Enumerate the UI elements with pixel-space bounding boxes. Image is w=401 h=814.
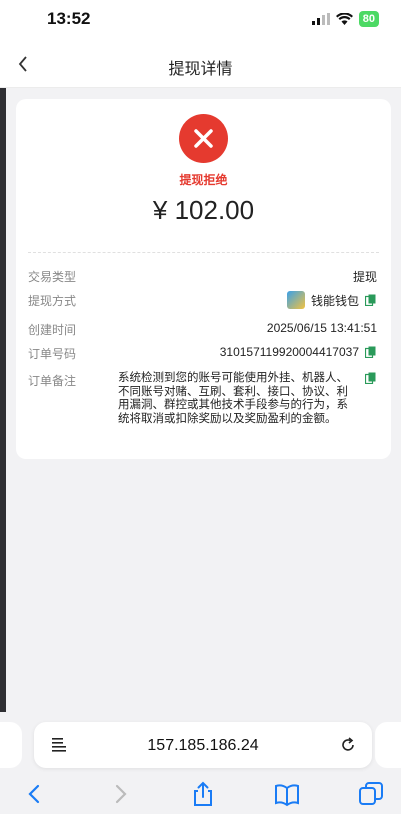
dashed-divider bbox=[28, 252, 379, 253]
detail-row-method: 提现方式 钱能钱包 bbox=[28, 291, 377, 312]
background-window-edge bbox=[0, 0, 6, 814]
wallet-logo-icon bbox=[286, 291, 305, 309]
copy-icon[interactable] bbox=[365, 372, 377, 384]
reload-icon[interactable] bbox=[338, 735, 358, 755]
remark-label: 订单备注 bbox=[28, 374, 77, 388]
remark-text: 系统检测到您的账号可能使用外挂、机器人、不同账号对赌、互刷、套利、接口、协议、利… bbox=[118, 372, 348, 425]
withdraw-amount: ¥ 102.00 bbox=[152, 195, 255, 225]
status-bar: 13:52 80 bbox=[0, 0, 401, 42]
withdraw-status-text: 提现拒绝 bbox=[179, 173, 228, 187]
method-value: 钱能钱包 bbox=[286, 291, 377, 309]
browser-back-icon[interactable] bbox=[21, 780, 49, 808]
browser-forward-icon[interactable] bbox=[106, 780, 134, 808]
bookmarks-icon[interactable] bbox=[273, 780, 301, 808]
url-text: 157.185.186.24 bbox=[147, 737, 259, 754]
share-icon[interactable] bbox=[189, 780, 217, 808]
wifi-icon bbox=[335, 13, 353, 25]
type-label: 交易类型 bbox=[28, 270, 77, 284]
address-bar[interactable]: 157.185.186.24 bbox=[34, 722, 372, 768]
tabs-icon[interactable] bbox=[357, 780, 385, 808]
battery-indicator: 80 bbox=[358, 11, 379, 27]
page-title: 提现详情 bbox=[168, 61, 233, 78]
status-icons: 80 bbox=[311, 11, 379, 27]
detail-row-remark: 订单备注 系统检测到您的账号可能使用外挂、机器人、不同账号对赌、互刷、套利、接口… bbox=[28, 372, 377, 442]
copy-icon[interactable] bbox=[365, 294, 377, 306]
type-value: 提现 bbox=[353, 268, 377, 285]
time-value-text: 2025/06/15 13:41:51 bbox=[266, 321, 377, 335]
type-value-text: 提现 bbox=[352, 270, 377, 284]
order-value-text: 310157119920004417037 bbox=[219, 345, 359, 359]
close-x-icon bbox=[194, 129, 213, 148]
nav-bar: 提现详情 bbox=[0, 42, 401, 88]
order-value: 310157119920004417037 bbox=[220, 345, 377, 359]
reject-status-icon bbox=[179, 114, 228, 163]
copy-icon[interactable] bbox=[365, 346, 377, 358]
method-value-text: 钱能钱包 bbox=[310, 293, 359, 308]
withdraw-detail-card: 提现拒绝 ¥ 102.00 交易类型 提现 提现方式 钱能钱包 创建时间 202… bbox=[16, 99, 391, 459]
signal-icon bbox=[311, 13, 330, 25]
status-time: 13:52 bbox=[47, 9, 91, 28]
time-value: 2025/06/15 13:41:51 bbox=[267, 321, 377, 335]
next-tab-peek[interactable] bbox=[375, 722, 401, 768]
prev-tab-peek[interactable] bbox=[0, 722, 22, 768]
method-label: 提现方式 bbox=[28, 294, 77, 308]
order-label: 订单号码 bbox=[28, 347, 77, 361]
time-label: 创建时间 bbox=[28, 323, 77, 337]
